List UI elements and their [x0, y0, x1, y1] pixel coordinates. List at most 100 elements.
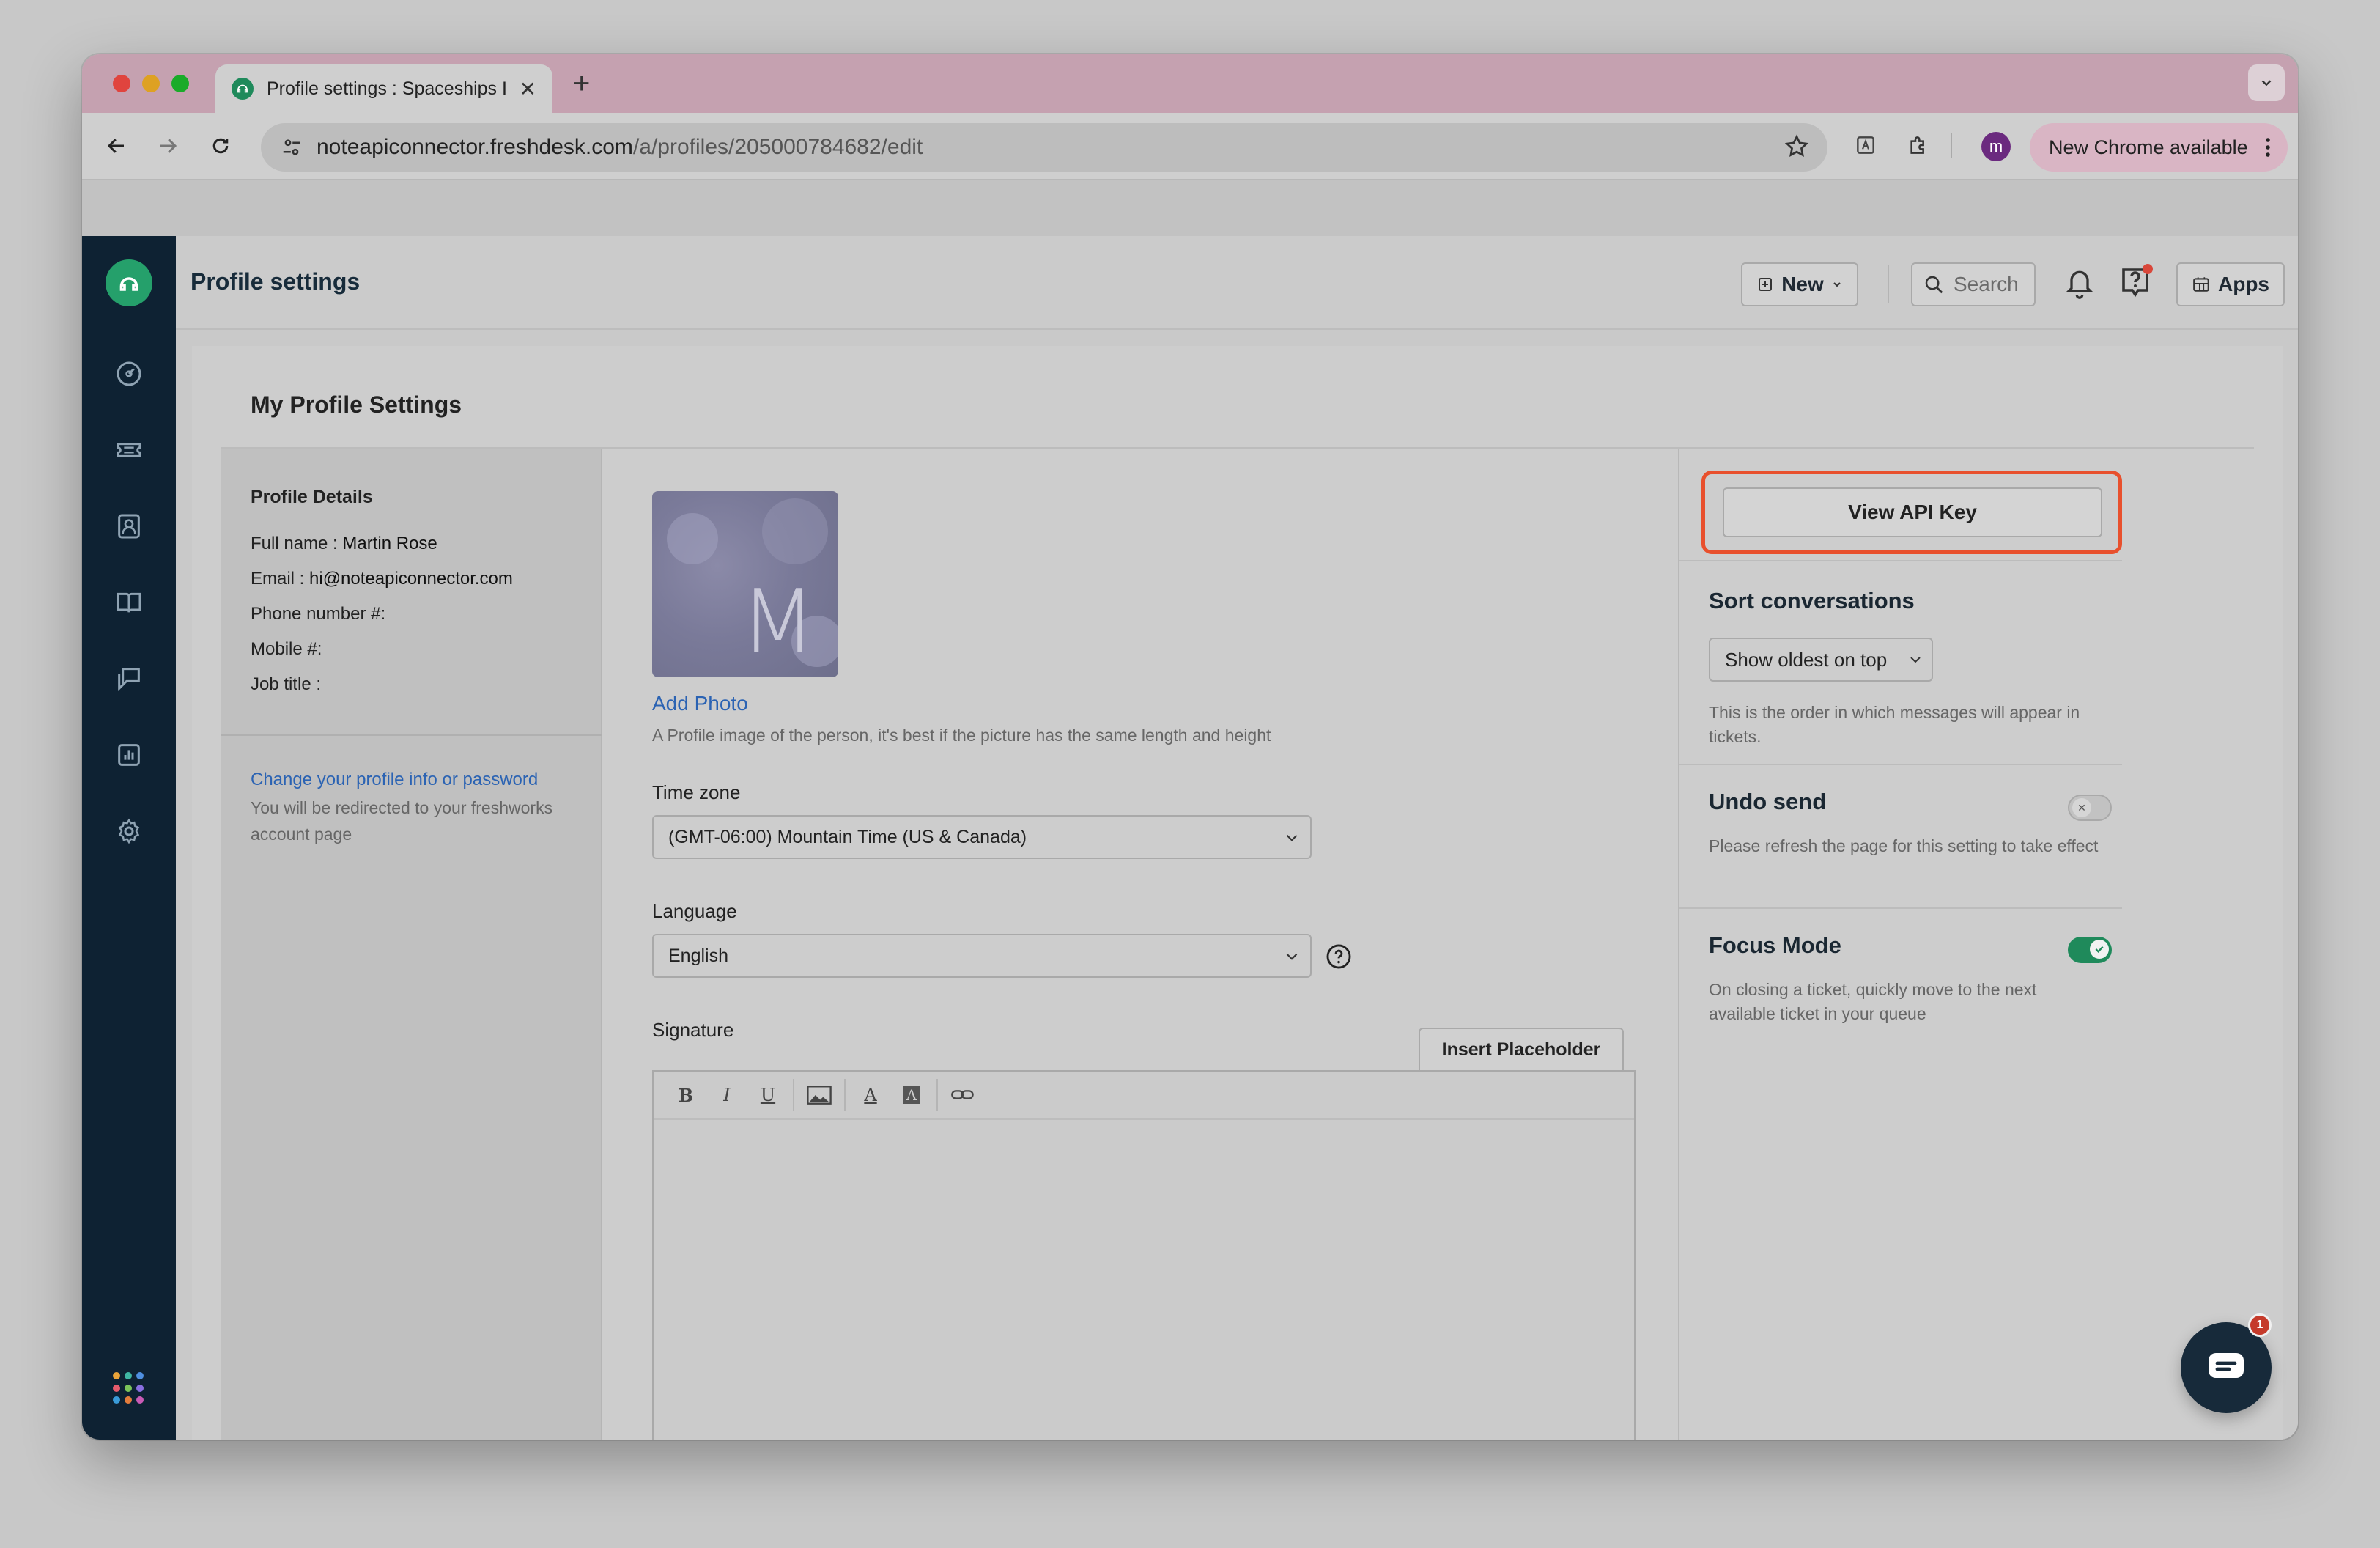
profile-details-title: Profile Details: [251, 487, 373, 507]
sort-order-value: Show oldest on top: [1725, 648, 1888, 671]
header-divider: [1888, 265, 1889, 303]
extension-icon[interactable]: [1849, 129, 1882, 161]
bookmarks-bar: [82, 179, 2298, 236]
insert-placeholder-button[interactable]: Insert Placeholder: [1419, 1028, 1624, 1072]
freshdesk-app: Profile settings New Search Apps My Prof…: [82, 236, 2298, 1440]
bookmark-star-icon[interactable]: [1784, 133, 1810, 163]
profile-photo-initial: M: [740, 572, 816, 674]
tab-search-chevron-icon[interactable]: [2248, 64, 2285, 101]
italic-button[interactable]: I: [706, 1078, 747, 1112]
focus-mode-toggle[interactable]: [2068, 937, 2112, 963]
timezone-select[interactable]: (GMT-06:00) Mountain Time (US & Canada): [652, 815, 1312, 859]
chat-bubble-icon: [2209, 1353, 2244, 1378]
new-button[interactable]: New: [1741, 262, 1858, 306]
search-placeholder: Search: [1954, 273, 2019, 295]
bold-button[interactable]: B: [665, 1078, 706, 1112]
notifications-bell-icon[interactable]: [2063, 265, 2096, 304]
help-notification-dot: [2143, 264, 2153, 274]
maximize-window-button[interactable]: [171, 75, 189, 92]
change-profile-link[interactable]: Change your profile info or password: [251, 770, 538, 790]
underline-button[interactable]: U: [747, 1078, 788, 1112]
email-value: hi@noteapiconnector.com: [309, 569, 513, 589]
freshdesk-favicon-icon: [232, 78, 254, 100]
close-window-button[interactable]: [113, 75, 130, 92]
photo-hint: A Profile image of the person, it's best…: [652, 726, 1271, 745]
chrome-profile-avatar[interactable]: m: [1981, 132, 2011, 161]
toolbar-separator: [936, 1079, 938, 1111]
signature-label: Signature: [652, 1019, 734, 1041]
sidebar-nav: [82, 236, 176, 1440]
contacts-icon[interactable]: [111, 509, 147, 544]
timezone-label: Time zone: [652, 781, 741, 803]
preferences-divider: [1679, 907, 2122, 909]
new-chrome-label: New Chrome available: [2049, 136, 2248, 158]
admin-settings-icon[interactable]: [111, 814, 147, 849]
new-chrome-available-button[interactable]: New Chrome available: [2030, 123, 2288, 172]
undo-send-title: Undo send: [1709, 789, 1827, 814]
preferences-divider: [1679, 764, 2122, 765]
language-select[interactable]: English: [652, 934, 1312, 978]
forward-arrow-icon[interactable]: [149, 128, 186, 164]
toolbar-separator: [844, 1079, 846, 1111]
font-color-icon[interactable]: A: [850, 1078, 891, 1112]
new-tab-icon[interactable]: +: [573, 69, 590, 98]
toolbar-divider: [1951, 133, 1952, 158]
chevron-down-icon: [1286, 953, 1298, 960]
sort-conversations-description: This is the order in which messages will…: [1709, 703, 2080, 746]
browser-toolbar: noteapiconnector.freshdesk.com/a/profile…: [82, 113, 2298, 179]
timezone-value: (GMT-06:00) Mountain Time (US & Canada): [668, 826, 1027, 847]
knowledge-base-icon[interactable]: [111, 585, 147, 620]
page-title: Profile settings: [191, 268, 361, 295]
background-color-icon[interactable]: A: [891, 1078, 932, 1112]
back-arrow-icon[interactable]: [98, 128, 135, 164]
tab-title: Profile settings : Spaceships I: [267, 78, 507, 99]
insert-link-icon[interactable]: [942, 1078, 983, 1112]
reload-icon[interactable]: [202, 128, 239, 164]
profile-photo[interactable]: M: [652, 491, 838, 677]
plus-square-icon: [1759, 278, 1773, 291]
sort-order-select[interactable]: Show oldest on top: [1709, 638, 1933, 682]
minimize-window-button[interactable]: [142, 75, 160, 92]
profile-settings-panel: My Profile Settings Profile Details Full…: [192, 346, 2283, 1440]
search-input[interactable]: Search: [1911, 262, 2036, 306]
language-value: English: [668, 945, 728, 966]
view-api-key-button[interactable]: View API Key: [1723, 487, 2102, 537]
undo-send-toggle[interactable]: ✕: [2068, 795, 2112, 821]
toggle-off-x-icon: ✕: [2072, 798, 2091, 817]
profile-details-divider: [221, 734, 602, 736]
add-photo-link[interactable]: Add Photo: [652, 692, 748, 715]
profile-form: M Add Photo A Profile image of the perso…: [602, 449, 1678, 1440]
signature-editor[interactable]: B I U A A: [652, 1070, 1636, 1440]
tab-strip: Profile settings : Spaceships I ✕ +: [82, 54, 2298, 113]
apps-button[interactable]: Apps: [2176, 262, 2285, 306]
browser-tab-active[interactable]: Profile settings : Spaceships I ✕: [215, 64, 552, 113]
language-label: Language: [652, 900, 737, 922]
chat-unread-badge: 1: [2248, 1313, 2272, 1337]
sort-conversations-title: Sort conversations: [1709, 588, 1915, 613]
chevron-down-icon: [1910, 657, 1921, 663]
new-button-label: New: [1781, 273, 1824, 295]
toolbar-separator: [793, 1079, 794, 1111]
extensions-puzzle-icon[interactable]: [1902, 129, 1934, 161]
chrome-menu-icon[interactable]: [2264, 136, 2272, 163]
search-icon: [1925, 276, 1943, 294]
section-heading: My Profile Settings: [251, 391, 462, 418]
editor-toolbar: B I U A A: [654, 1072, 1634, 1120]
product-switcher-icon[interactable]: [113, 1372, 145, 1404]
reports-icon[interactable]: [111, 737, 147, 773]
browser-window: Profile settings : Spaceships I ✕ + note…: [82, 54, 2298, 1440]
language-help-icon[interactable]: [1325, 943, 1353, 974]
apps-icon: [2193, 277, 2209, 292]
url-text: noteapiconnector.freshdesk.com/a/profile…: [317, 135, 923, 159]
site-settings-icon[interactable]: [276, 131, 308, 163]
dashboard-icon[interactable]: [111, 356, 147, 391]
address-bar[interactable]: noteapiconnector.freshdesk.com/a/profile…: [261, 123, 1828, 172]
redirect-note: You will be redirected to your freshwork…: [251, 798, 553, 844]
tickets-icon[interactable]: [111, 432, 147, 468]
forums-icon[interactable]: [111, 661, 147, 696]
preferences-divider: [1679, 560, 2122, 561]
full-name-value: Martin Rose: [342, 534, 437, 553]
tab-close-icon[interactable]: ✕: [520, 77, 536, 101]
insert-image-icon[interactable]: [799, 1078, 840, 1112]
freshdesk-logo-icon[interactable]: [106, 259, 152, 306]
